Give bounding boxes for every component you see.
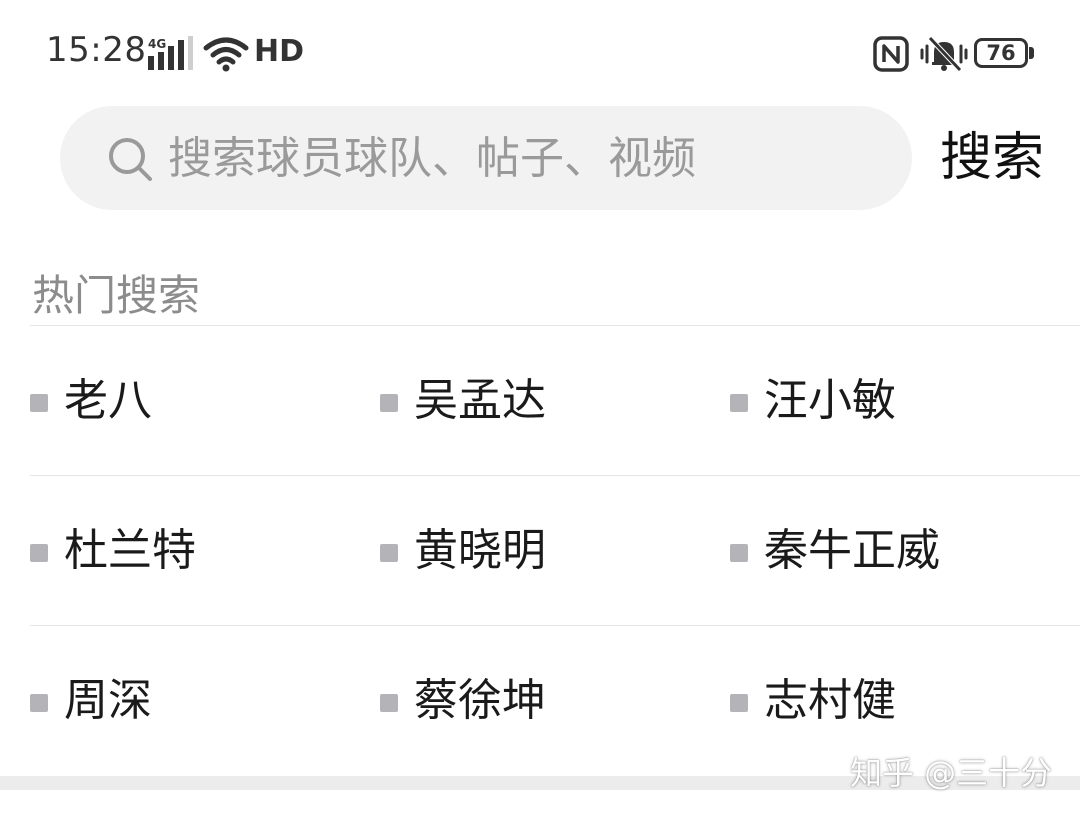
hot-search-item-label: 杜兰特 xyxy=(64,525,196,576)
hd-label: HD xyxy=(254,34,305,69)
vibrate-mute-icon xyxy=(920,36,968,72)
wifi-icon xyxy=(203,37,249,72)
cellular-signal-icon: 4G xyxy=(148,36,193,70)
battery-level: 76 xyxy=(986,41,1016,65)
search-icon xyxy=(109,138,152,181)
hot-search-item[interactable]: 周深 xyxy=(30,626,370,776)
bullet-icon xyxy=(30,394,48,412)
search-button[interactable]: 搜索 xyxy=(940,126,1055,190)
nfc-icon xyxy=(873,36,909,72)
hot-search-item[interactable]: 老八 xyxy=(30,326,370,476)
hot-search-item[interactable]: 杜兰特 xyxy=(30,476,370,626)
battery-icon: 76 xyxy=(974,38,1038,70)
hot-search-item-label: 志村健 xyxy=(764,675,896,726)
battery-tip xyxy=(1029,47,1034,59)
bullet-icon xyxy=(380,394,398,412)
bullet-icon xyxy=(730,694,748,712)
hot-search-item-label: 周深 xyxy=(64,675,152,726)
status-bar: 15:28 4G HD 76 xyxy=(0,0,1080,104)
network-type-label: 4G xyxy=(148,37,166,51)
hot-search-item[interactable]: 汪小敏 xyxy=(730,326,1070,476)
bullet-icon xyxy=(30,544,48,562)
watermark: 知乎 @三十分 xyxy=(850,754,1053,792)
hot-search-row: 老八 吴孟达 汪小敏 xyxy=(30,325,1080,475)
hot-search-title: 热门搜索 xyxy=(32,271,201,320)
hot-search-item-label: 蔡徐坤 xyxy=(414,675,546,726)
hot-search-item-label: 老八 xyxy=(64,375,152,426)
hot-search-item[interactable]: 黄晓明 xyxy=(380,476,720,626)
hot-search-item[interactable]: 蔡徐坤 xyxy=(380,626,720,776)
hot-search-item[interactable]: 吴孟达 xyxy=(380,326,720,476)
search-input[interactable] xyxy=(168,106,888,210)
hot-search-item-label: 秦牛正威 xyxy=(764,525,940,576)
hot-search-row: 杜兰特 黄晓明 秦牛正威 xyxy=(30,475,1080,625)
bullet-icon xyxy=(380,694,398,712)
bullet-icon xyxy=(30,694,48,712)
hot-search-grid: 老八 吴孟达 汪小敏 杜兰特 黄晓明 秦牛正威 周深 蔡徐坤 志村健 xyxy=(30,325,1080,775)
status-time: 15:28 xyxy=(46,30,147,70)
bullet-icon xyxy=(730,544,748,562)
hot-search-item-label: 汪小敏 xyxy=(764,375,896,426)
bullet-icon xyxy=(380,544,398,562)
hot-search-item-label: 黄晓明 xyxy=(414,525,546,576)
bullet-icon xyxy=(730,394,748,412)
hot-search-item-label: 吴孟达 xyxy=(414,375,546,426)
hot-search-item[interactable]: 秦牛正威 xyxy=(730,476,1070,626)
